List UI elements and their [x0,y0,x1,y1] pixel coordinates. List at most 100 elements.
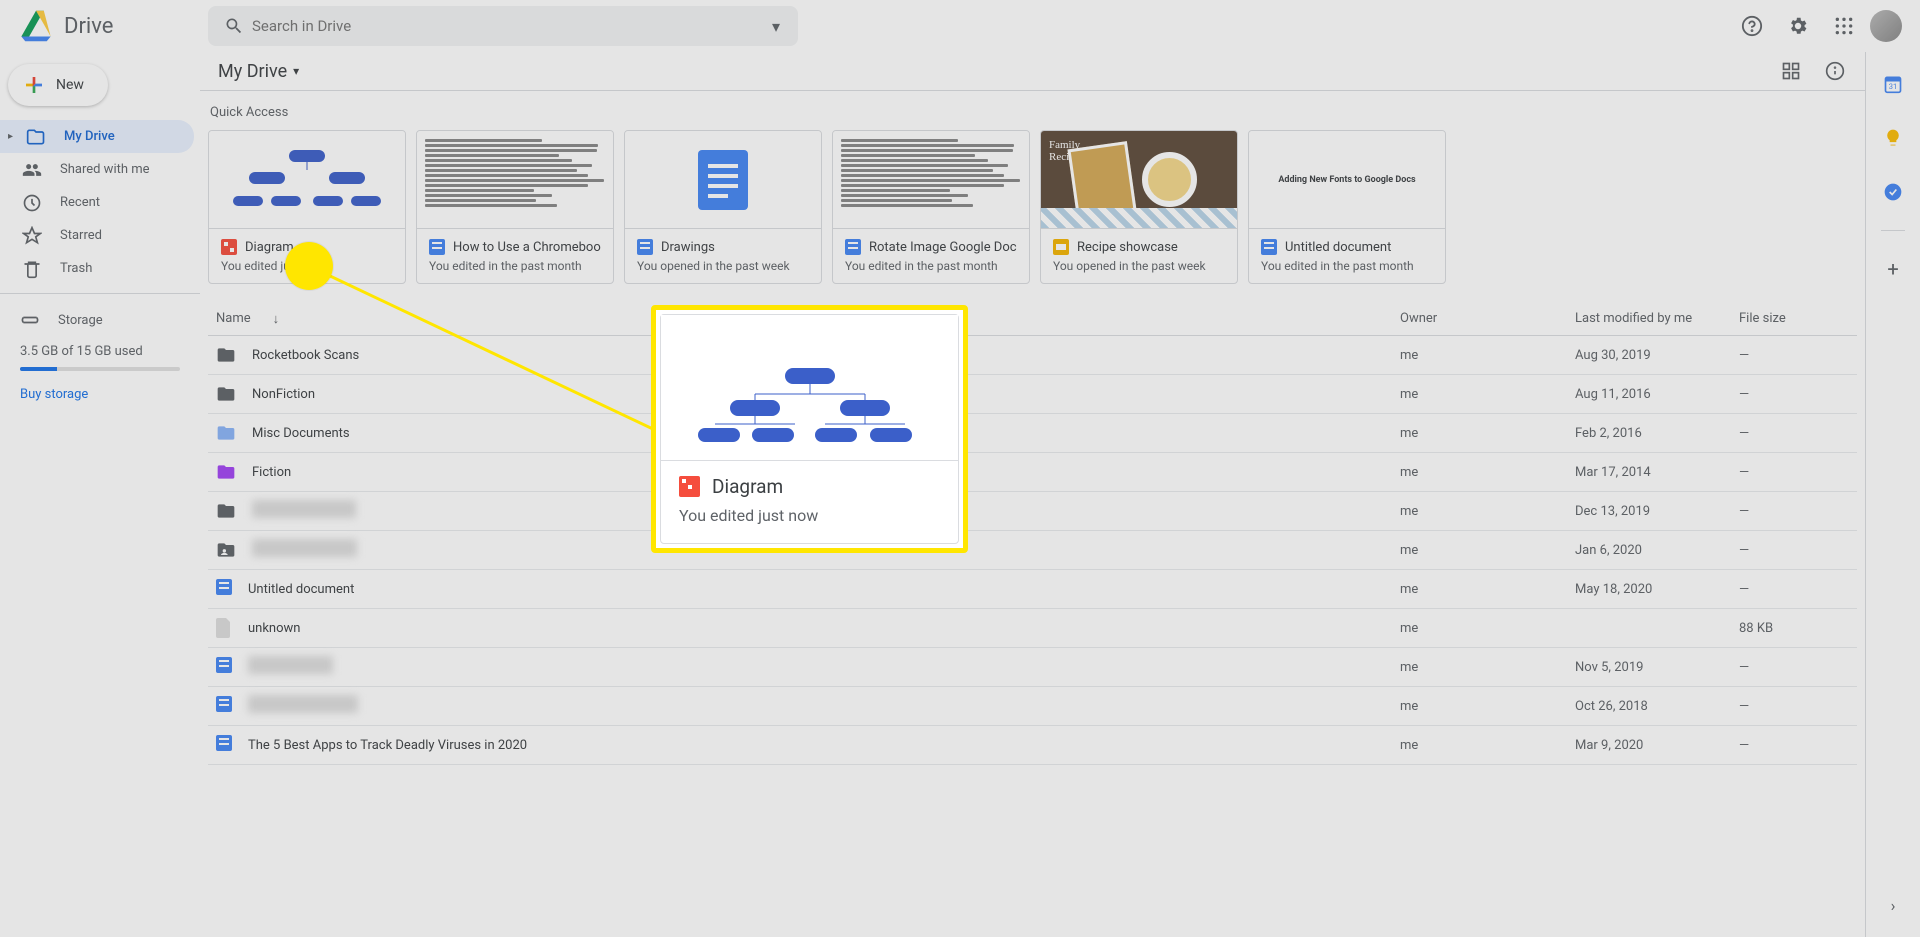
file-owner: me [1400,504,1575,519]
sidebar-item-shared[interactable]: Shared with me [0,153,194,186]
storage-used-text: 3.5 GB of 15 GB used [20,344,180,359]
table-row[interactable]: Misc Documents me Feb 2, 2016 — [208,414,1857,453]
file-size: 88 KB [1739,621,1849,636]
keep-app-icon[interactable] [1873,118,1913,158]
file-name: unknown [248,621,300,636]
file-modified: Nov 5, 2019 [1575,660,1739,675]
quick-access-card[interactable]: How to Use a Chromebook O… You edited in… [416,130,614,284]
sidebar-item-my-drive[interactable]: ▸ My Drive [0,120,194,153]
table-row[interactable]: Rocketbook Scans me Aug 30, 2019 — [208,336,1857,375]
cloud-icon [20,310,40,330]
search-icon [216,16,252,36]
drawio-icon [679,476,700,497]
new-button[interactable]: New [8,64,108,106]
drive-logo-icon [16,6,56,46]
callout-card: Diagram You edited just now [651,305,968,553]
logo[interactable]: Drive [8,6,208,46]
quick-access-card[interactable]: Rotate Image Google Docs You edited in t… [832,130,1030,284]
table-row[interactable]: me Jan 6, 2020 — [208,531,1857,570]
sort-arrow-icon: ↓ [273,311,280,327]
file-size: — [1739,465,1849,480]
sidebar-label-recent: Recent [60,195,100,210]
tasks-app-icon[interactable] [1873,172,1913,212]
sidebar-item-recent[interactable]: Recent [0,186,194,219]
buy-storage-link[interactable]: Buy storage [20,387,180,402]
file-owner: me [1400,738,1575,753]
search-box[interactable]: ▾ [208,6,798,46]
storage-block: Storage 3.5 GB of 15 GB used Buy storage [0,302,200,410]
quick-access-card[interactable]: Adding New Fonts to Google Docs Untitled… [1248,130,1446,284]
table-row[interactable]: Fiction me Mar 17, 2014 — [208,453,1857,492]
drive-icon [26,127,46,147]
apps-icon[interactable] [1824,6,1864,46]
table-row[interactable]: unknown me 88 KB [208,609,1857,648]
new-button-label: New [56,77,84,93]
file-size: — [1739,348,1849,363]
sidebar-label-shared: Shared with me [60,162,150,177]
file-name [252,500,356,522]
sidebar-item-storage[interactable]: Storage [20,310,180,330]
clock-icon [22,193,42,213]
file-name: Misc Documents [252,426,350,441]
slides-icon [1053,239,1069,255]
card-thumbnail [417,131,613,229]
table-row[interactable]: Untitled document me May 18, 2020 — [208,570,1857,609]
file-size: — [1739,660,1849,675]
file-modified: May 18, 2020 [1575,582,1739,597]
collapse-panel-icon[interactable]: › [1873,885,1913,925]
trash-icon [22,259,42,279]
account-avatar[interactable] [1870,10,1902,42]
col-owner[interactable]: Owner [1400,311,1575,326]
card-subtitle: You opened in the past week [637,259,809,273]
add-addon-icon[interactable]: + [1873,249,1913,289]
col-modified[interactable]: Last modified by me [1575,311,1739,326]
file-name: The 5 Best Apps to Track Deadly Viruses … [248,738,527,753]
file-modified: Oct 26, 2018 [1575,699,1739,714]
file-size: — [1739,543,1849,558]
expand-icon[interactable]: ▸ [8,131,16,142]
file-name [252,539,357,561]
file-owner: me [1400,543,1575,558]
file-name: Fiction [252,465,291,480]
card-name: How to Use a Chromebook O… [453,240,601,255]
svg-text:31: 31 [1889,82,1897,91]
card-name: Recipe showcase [1077,240,1178,255]
search-options-icon[interactable]: ▾ [762,17,790,36]
side-panel: 31 + › [1865,52,1920,937]
file-type-icon [216,540,236,560]
help-icon[interactable] [1732,6,1772,46]
sidebar: New ▸ My Drive Shared with me Recent Sta… [0,52,200,937]
table-row[interactable]: me Nov 5, 2019 — [208,648,1857,687]
file-name: Untitled document [248,582,354,597]
path-title[interactable]: My Drive ▾ [218,61,299,82]
storage-bar [20,367,180,371]
file-name: NonFiction [252,387,315,402]
table-row[interactable]: NonFiction me Aug 11, 2016 — [208,375,1857,414]
quick-access-card[interactable]: Drawings You opened in the past week [624,130,822,284]
file-modified: Mar 17, 2014 [1575,465,1739,480]
grid-view-icon[interactable] [1771,51,1811,91]
info-icon[interactable] [1815,51,1855,91]
card-subtitle: You edited in the past month [845,259,1017,273]
card-subtitle: You edited in the past month [429,259,601,273]
table-header: Name↓ Owner Last modified by me File siz… [208,302,1857,336]
col-size[interactable]: File size [1739,311,1849,326]
quick-access-title: Quick Access [210,105,1857,120]
file-owner: me [1400,660,1575,675]
settings-icon[interactable] [1778,6,1818,46]
sidebar-item-starred[interactable]: Starred [0,219,194,252]
search-input[interactable] [252,17,762,35]
docs-icon [1261,239,1277,255]
card-subtitle: You edited in the past month [1261,259,1433,273]
table-row[interactable]: me Dec 13, 2019 — [208,492,1857,531]
table-row[interactable]: me Oct 26, 2018 — [208,687,1857,726]
table-row[interactable]: The 5 Best Apps to Track Deadly Viruses … [208,726,1857,765]
star-icon [22,226,42,246]
quick-access-card[interactable]: FamilyRecipes Recipe showcase You opened… [1040,130,1238,284]
sidebar-item-trash[interactable]: Trash [0,252,194,285]
file-owner: me [1400,426,1575,441]
callout-highlight-circle [285,242,333,290]
callout-subtitle: You edited just now [679,506,940,525]
file-type-icon [216,618,232,638]
calendar-app-icon[interactable]: 31 [1873,64,1913,104]
